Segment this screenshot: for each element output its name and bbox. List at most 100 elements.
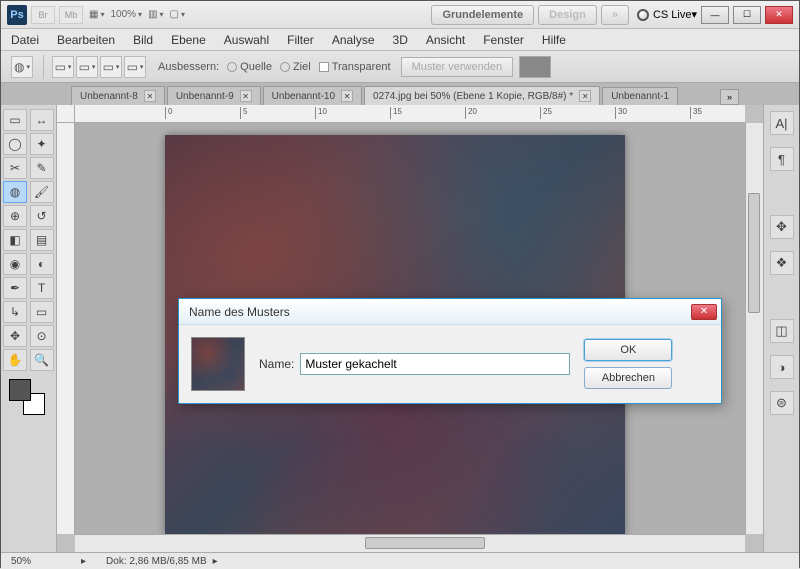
3d-panel-icon[interactable]: ✥ bbox=[770, 215, 794, 239]
transparent-label: Transparent bbox=[332, 61, 391, 73]
tab-label: Unbenannt-8 bbox=[80, 91, 138, 102]
pattern-swatch[interactable] bbox=[519, 56, 551, 78]
selection-sub-icon[interactable]: ▭ bbox=[100, 56, 122, 78]
doc-tab[interactable]: Unbenannt-10✕ bbox=[263, 86, 362, 105]
window-close[interactable]: ✕ bbox=[765, 6, 793, 24]
doc-tab[interactable]: Unbenannt-1 bbox=[602, 87, 678, 105]
menu-filter[interactable]: Filter bbox=[287, 33, 314, 47]
menu-ansicht[interactable]: Ansicht bbox=[426, 33, 465, 47]
ruler-vertical[interactable] bbox=[57, 123, 75, 534]
crop-tool-icon[interactable]: ✂ bbox=[3, 157, 27, 179]
selection-int-icon[interactable]: ▭ bbox=[124, 56, 146, 78]
cancel-button[interactable]: Abbrechen bbox=[584, 367, 672, 389]
menu-bild[interactable]: Bild bbox=[133, 33, 153, 47]
scrollbar-vertical[interactable] bbox=[745, 123, 763, 534]
marquee-tool-icon[interactable]: ▭ bbox=[3, 109, 27, 131]
mb-button[interactable]: Mb bbox=[59, 6, 83, 24]
eyedropper-tool-icon[interactable]: ✎ bbox=[30, 157, 54, 179]
shape-tool-icon[interactable]: ▭ bbox=[30, 301, 54, 323]
color-swatches[interactable] bbox=[9, 379, 45, 415]
transparent-checkbox[interactable] bbox=[319, 62, 329, 72]
selection-new-icon[interactable]: ▭ bbox=[52, 56, 74, 78]
brush-tool-icon[interactable]: 🖌 bbox=[30, 181, 54, 203]
doc-tab[interactable]: Unbenannt-8 ✕ bbox=[71, 86, 165, 105]
stamp-tool-icon[interactable]: ⊕ bbox=[3, 205, 27, 227]
dodge-tool-icon[interactable]: ◐ bbox=[30, 253, 54, 275]
dialog-close-button[interactable]: ✕ bbox=[691, 304, 717, 320]
lasso-tool-icon[interactable]: ◯ bbox=[3, 133, 27, 155]
quelle-radio[interactable] bbox=[227, 62, 237, 72]
cslive-button[interactable]: CS Live ▾ bbox=[637, 8, 697, 21]
type-tool-icon[interactable]: T bbox=[30, 277, 54, 299]
move-tool-icon[interactable]: ↔ bbox=[30, 109, 54, 131]
ziel-radio[interactable] bbox=[280, 62, 290, 72]
tabs-overflow[interactable]: » bbox=[720, 89, 739, 105]
menu-hilfe[interactable]: Hilfe bbox=[542, 33, 566, 47]
hand-tool-icon[interactable]: ✋ bbox=[3, 349, 27, 371]
stamp-panel-icon[interactable]: ⊜ bbox=[770, 391, 794, 415]
gradient-tool-icon[interactable]: ▤ bbox=[30, 229, 54, 251]
workspace-design[interactable]: Design bbox=[538, 5, 597, 25]
blur-tool-icon[interactable]: ◉ bbox=[3, 253, 27, 275]
name-field-label: Name: bbox=[259, 357, 294, 371]
bridge-button[interactable]: Br bbox=[31, 6, 55, 24]
tick: 35 bbox=[690, 107, 702, 119]
menu-auswahl[interactable]: Auswahl bbox=[224, 33, 269, 47]
workspace-grundelemente[interactable]: Grundelemente bbox=[431, 5, 534, 25]
status-zoom[interactable]: 50% bbox=[11, 556, 81, 567]
history-brush-tool-icon[interactable]: ↺ bbox=[30, 205, 54, 227]
close-icon[interactable]: ✕ bbox=[240, 90, 252, 102]
ok-button[interactable]: OK bbox=[584, 339, 672, 361]
zoom-picker[interactable]: 100% bbox=[110, 9, 142, 20]
character-panel-icon[interactable]: A| bbox=[770, 111, 794, 135]
name-input[interactable] bbox=[300, 353, 570, 375]
tab-label: Unbenannt-9 bbox=[176, 91, 234, 102]
close-icon[interactable]: ✕ bbox=[579, 90, 591, 102]
camera-tool-icon[interactable]: ⊙ bbox=[30, 325, 54, 347]
foreground-color[interactable] bbox=[9, 379, 31, 401]
magic-wand-tool-icon[interactable]: ✦ bbox=[30, 133, 54, 155]
menu-fenster[interactable]: Fenster bbox=[483, 33, 524, 47]
ziel-label: Ziel bbox=[293, 61, 311, 73]
scrollbar-horizontal[interactable] bbox=[75, 534, 745, 552]
dialog-titlebar[interactable]: Name des Musters ✕ bbox=[179, 299, 721, 325]
muster-verwenden-button[interactable]: Muster verwenden bbox=[401, 57, 514, 77]
menu-datei[interactable]: Datei bbox=[11, 33, 39, 47]
pen-tool-icon[interactable]: ✒ bbox=[3, 277, 27, 299]
status-dok[interactable]: Dok: 2,86 MB/6,85 MB bbox=[106, 556, 207, 567]
3d-tool-icon[interactable]: ✥ bbox=[3, 325, 27, 347]
current-tool-icon[interactable]: ◍ bbox=[11, 56, 33, 78]
eraser-tool-icon[interactable]: ◧ bbox=[3, 229, 27, 251]
tool-palette: ▭ ↔ ◯ ✦ ✂ ✎ ◍ 🖌 ⊕ ↺ ◧ ▤ ◉ ◐ ✒ T ↳ ▭ ✥ ⊙ … bbox=[1, 105, 57, 552]
path-tool-icon[interactable]: ↳ bbox=[3, 301, 27, 323]
screen-mode-picker[interactable]: ▦ bbox=[89, 9, 104, 20]
workspace-more[interactable]: » bbox=[601, 5, 629, 25]
screen-picker[interactable]: ▢ bbox=[170, 9, 185, 20]
tab-label: 0274.jpg bei 50% (Ebene 1 Kopie, RGB/8#)… bbox=[373, 91, 573, 102]
doc-tab[interactable]: Unbenannt-9 ✕ bbox=[167, 86, 261, 105]
patch-tool-icon[interactable]: ◍ bbox=[3, 181, 27, 203]
menu-analyse[interactable]: Analyse bbox=[332, 33, 375, 47]
ruler-corner bbox=[57, 105, 75, 123]
status-arrow[interactable]: ▸ bbox=[213, 556, 218, 567]
zoom-tool-icon[interactable]: 🔍 bbox=[30, 349, 54, 371]
menu-bearbeiten[interactable]: Bearbeiten bbox=[57, 33, 115, 47]
statusbar: 50% ▸ Dok: 2,86 MB/6,85 MB ▸ bbox=[1, 552, 799, 569]
layers-panel-icon[interactable]: ❖ bbox=[770, 251, 794, 275]
ruler-horizontal[interactable]: 0 5 10 15 20 25 30 35 40 bbox=[75, 105, 745, 123]
doc-tab-active[interactable]: 0274.jpg bei 50% (Ebene 1 Kopie, RGB/8#)… bbox=[364, 86, 600, 105]
transform-panel-icon[interactable]: ◫ bbox=[770, 319, 794, 343]
menu-3d[interactable]: 3D bbox=[393, 33, 408, 47]
menu-ebene[interactable]: Ebene bbox=[171, 33, 206, 47]
status-zoom-arrow[interactable]: ▸ bbox=[81, 556, 86, 567]
window-maximize[interactable]: ☐ bbox=[733, 6, 761, 24]
selection-add-icon[interactable]: ▭ bbox=[76, 56, 98, 78]
scrollbar-thumb[interactable] bbox=[748, 193, 760, 313]
circle-panel-icon[interactable]: ◑ bbox=[770, 355, 794, 379]
close-icon[interactable]: ✕ bbox=[144, 90, 156, 102]
arrange-picker[interactable]: ▥ bbox=[148, 9, 163, 20]
paragraph-panel-icon[interactable]: ¶ bbox=[770, 147, 794, 171]
close-icon[interactable]: ✕ bbox=[341, 90, 353, 102]
window-minimize[interactable]: — bbox=[701, 6, 729, 24]
scrollbar-thumb[interactable] bbox=[365, 537, 485, 549]
